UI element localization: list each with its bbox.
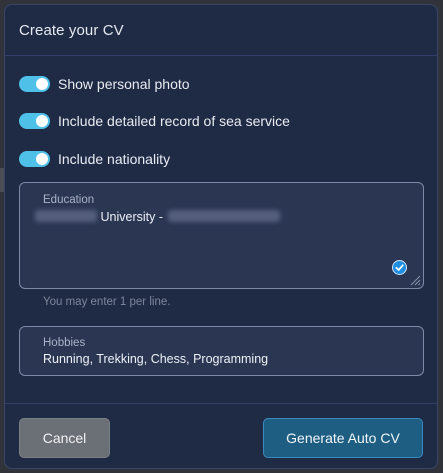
hobbies-value: Running, Trekking, Chess, Programming — [43, 352, 269, 366]
check-circle-icon — [392, 260, 407, 275]
toggle-row-nationality[interactable]: Include nationality — [19, 149, 170, 169]
education-label: Education — [43, 194, 95, 206]
toggle-knob — [36, 153, 48, 165]
toggle-row-personal-photo[interactable]: Show personal photo — [19, 74, 190, 94]
redacted-text — [168, 210, 281, 222]
toggle-nationality[interactable] — [19, 151, 50, 167]
toggle-label-sea-service: Include detailed record of sea service — [58, 113, 290, 129]
resize-grip-icon[interactable] — [409, 274, 421, 286]
cancel-button[interactable]: Cancel — [19, 418, 110, 458]
education-helper-text: You may enter 1 per line. — [43, 296, 171, 308]
toggle-sea-service[interactable] — [19, 113, 50, 129]
toggle-label-nationality: Include nationality — [58, 151, 171, 167]
toggle-label-personal-photo: Show personal photo — [58, 76, 190, 92]
dialog-footer: Cancel Generate Auto CV — [5, 403, 437, 468]
education-value: University - — [35, 210, 281, 224]
create-cv-dialog: Create your CV Show personal photo Inclu… — [4, 4, 438, 469]
toggle-knob — [36, 115, 48, 127]
hobbies-label: Hobbies — [43, 337, 86, 349]
dialog-title: Create your CV — [19, 22, 124, 39]
dialog-header: Create your CV — [5, 5, 437, 56]
education-textarea[interactable]: Education University - — [19, 182, 424, 289]
redacted-text — [35, 210, 97, 222]
education-visible-text: University - — [100, 210, 163, 224]
toggle-personal-photo[interactable] — [19, 76, 50, 92]
generate-auto-cv-button[interactable]: Generate Auto CV — [263, 418, 423, 458]
hobbies-input[interactable]: Hobbies Running, Trekking, Chess, Progra… — [19, 326, 424, 376]
toggle-row-sea-service[interactable]: Include detailed record of sea service — [19, 111, 290, 131]
toggle-knob — [36, 78, 48, 90]
